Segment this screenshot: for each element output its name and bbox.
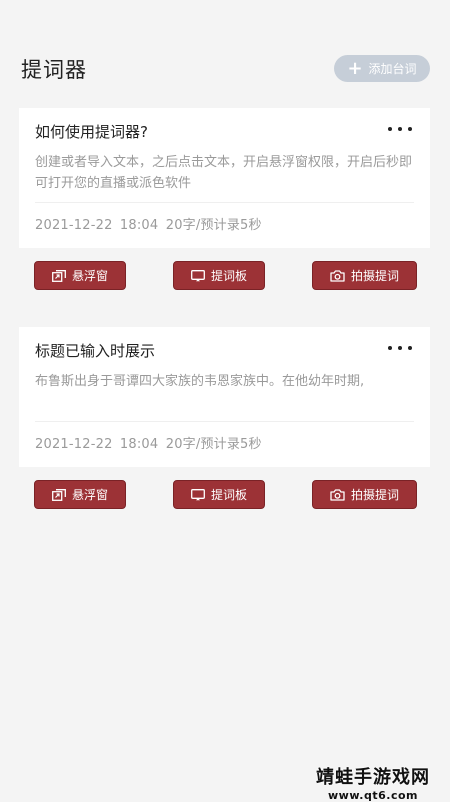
watermark-url: www.qt6.com [328,789,418,802]
shoot-prompt-button[interactable]: 拍摄提词 [312,261,417,290]
add-script-label: 添加台词 [368,62,417,76]
float-window-icon [52,488,66,501]
add-script-button[interactable]: + 添加台词 [334,55,430,82]
card-title: 标题已输入时展示 [35,342,156,360]
divider [35,202,414,203]
float-window-icon [52,269,66,282]
shoot-prompt-label: 拍摄提词 [350,269,399,283]
prompt-board-label: 提词板 [210,488,247,502]
card-title: 如何使用提词器? [35,123,148,141]
more-icon[interactable] [388,126,412,132]
header: 提词器 + 添加台词 [0,0,450,110]
prompt-board-button[interactable]: 提词板 [173,261,265,290]
screen-icon [191,269,205,281]
camera-icon [330,269,345,282]
card-meta: 2021-12-22 18:04 20字/预计录5秒 [35,433,262,452]
watermark-name: 靖蛙手游戏网 [316,767,430,788]
card-stats: 20字/预计录5秒 [165,218,262,233]
float-window-button[interactable]: 悬浮窗 [34,261,126,290]
prompt-board-label: 提词板 [210,269,247,283]
prompt-board-button[interactable]: 提词板 [173,480,265,509]
camera-icon [330,488,345,501]
card-description: 创建或者导入文本，之后点击文本，开启悬浮窗权限，开启后秒即可打开您的直播或派色软… [35,155,413,191]
card-time: 18:04 [119,218,159,233]
script-card[interactable]: 如何使用提词器? 创建或者导入文本，之后点击文本，开启悬浮窗权限，开启后秒即可打… [19,108,430,248]
card-stats: 20字/预计录5秒 [165,437,262,452]
screen-icon [191,488,205,500]
divider [35,421,414,422]
watermark: 靖蛙手游戏网 www.qt6.com [308,763,438,802]
float-window-label: 悬浮窗 [71,488,108,502]
script-card[interactable]: 标题已输入时展示 布鲁斯出身于哥谭四大家族的韦恩家族中。在他幼年时期, 2021… [19,327,430,467]
card-meta: 2021-12-22 18:04 20字/预计录5秒 [35,214,262,233]
float-window-button[interactable]: 悬浮窗 [34,480,126,509]
card-date: 2021-12-22 [35,218,113,233]
shoot-prompt-button[interactable]: 拍摄提词 [312,480,417,509]
card-description: 布鲁斯出身于哥谭四大家族的韦恩家族中。在他幼年时期, [35,374,365,389]
plus-icon: + [347,57,363,79]
more-icon[interactable] [388,345,412,351]
card-time: 18:04 [119,437,159,452]
card-date: 2021-12-22 [35,437,113,452]
page-title: 提词器 [21,58,87,82]
shoot-prompt-label: 拍摄提词 [350,488,399,502]
float-window-label: 悬浮窗 [71,269,108,283]
